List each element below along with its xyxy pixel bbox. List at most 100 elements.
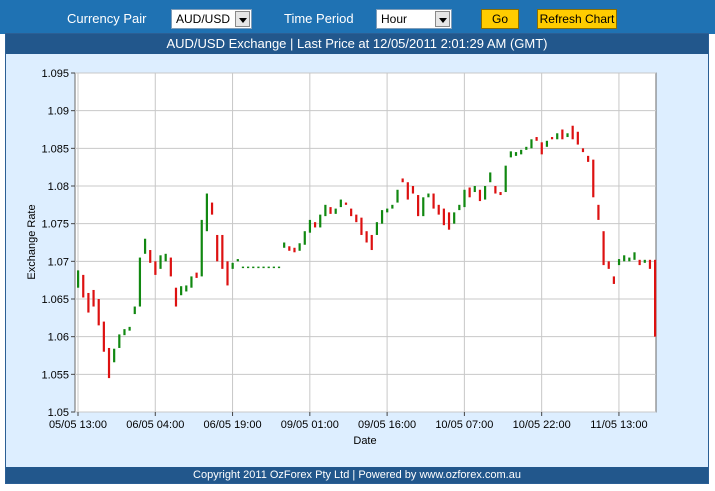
- candle: [159, 255, 162, 269]
- candle: [545, 140, 549, 147]
- candle: [478, 189, 482, 202]
- x-axis: 05/05 13:00 06/05 04:00 06/05 19:00 09/05 0…: [49, 412, 648, 431]
- candle: [247, 266, 250, 269]
- candle: [82, 274, 85, 298]
- candle: [417, 195, 420, 217]
- candle: [463, 189, 466, 208]
- candle: [499, 192, 502, 196]
- candle: [149, 250, 152, 263]
- candle: [288, 246, 291, 251]
- candle: [92, 289, 95, 307]
- candle: [143, 238, 147, 254]
- candle: [236, 259, 239, 262]
- candle: [494, 186, 497, 194]
- candle: [453, 212, 456, 224]
- candle: [123, 329, 126, 336]
- y-tick-label: 1.06: [48, 332, 69, 344]
- candle: [355, 214, 358, 223]
- candle: [566, 133, 569, 138]
- candle: [628, 257, 631, 262]
- x-tick-label: 09/05 16:00: [358, 419, 416, 431]
- x-tick-label: 09/05 01:00: [281, 419, 339, 431]
- candle: [468, 187, 471, 198]
- candle: [633, 252, 636, 260]
- y-tick-label: 1.095: [41, 68, 69, 80]
- y-tick-label: 1.065: [41, 294, 69, 306]
- candle: [77, 270, 80, 288]
- candle: [277, 266, 281, 269]
- refresh-chart-button[interactable]: Refresh Chart: [537, 9, 617, 29]
- candle: [607, 261, 610, 269]
- candle: [396, 189, 399, 203]
- y-tick-label: 1.075: [41, 219, 69, 231]
- candle: [226, 261, 229, 286]
- candle: [205, 193, 208, 232]
- time-period-value: Hour: [381, 12, 408, 26]
- candle: [241, 266, 245, 269]
- y-axis: 1.095 1.09 1.085 1.08 1.075 1.07 1.065 1.06 1.05…: [41, 68, 75, 419]
- candle: [561, 129, 564, 140]
- candle: [447, 212, 451, 230]
- x-tick-label: 10/05 22:00: [513, 419, 571, 431]
- time-period-label: Time Period: [284, 11, 354, 26]
- candle: [87, 292, 90, 313]
- x-tick-label: 11/05 13:00: [590, 419, 647, 431]
- candle: [514, 152, 518, 156]
- currency-pair-select[interactable]: AUD/USD: [171, 9, 252, 29]
- candle: [504, 165, 507, 193]
- candle: [231, 262, 234, 269]
- candle: [324, 204, 327, 217]
- candle: [298, 243, 301, 251]
- y-tick-label: 1.07: [48, 256, 69, 268]
- go-button[interactable]: Go: [481, 9, 519, 29]
- candle: [386, 208, 389, 213]
- chart-footer: Copyright 2011 OzForex Pty Ltd | Powered…: [6, 467, 708, 483]
- candle: [520, 149, 523, 155]
- candle: [303, 231, 306, 245]
- y-tick-label: 1.055: [41, 369, 69, 381]
- candle: [587, 155, 590, 162]
- candle: [133, 306, 136, 315]
- time-period-select[interactable]: Hour: [376, 9, 452, 29]
- candle: [427, 193, 430, 198]
- candle: [210, 202, 214, 215]
- candle: [360, 217, 363, 235]
- candle: [195, 272, 198, 278]
- candle: [262, 266, 265, 269]
- candle: [128, 326, 131, 331]
- candle: [221, 234, 224, 269]
- candle: [581, 148, 585, 153]
- candle: [535, 137, 538, 141]
- currency-pair-label: Currency Pair: [67, 11, 147, 26]
- candle: [97, 299, 100, 326]
- candle: [638, 259, 641, 266]
- candle: [272, 266, 275, 269]
- candle: [458, 204, 461, 211]
- candle: [617, 259, 621, 266]
- chevron-down-icon[interactable]: [235, 11, 250, 27]
- candle: [648, 259, 652, 269]
- candle: [411, 186, 415, 194]
- candle: [107, 347, 111, 379]
- candle: [154, 261, 157, 275]
- candle: [592, 159, 595, 198]
- candle: [432, 193, 435, 209]
- candle: [257, 266, 260, 269]
- candle: [102, 321, 105, 352]
- chevron-down-icon[interactable]: [435, 11, 450, 27]
- candle: [350, 208, 353, 217]
- candle: [190, 276, 193, 288]
- candle: [597, 204, 600, 220]
- candle: [174, 287, 178, 307]
- candle: [334, 208, 337, 214]
- candle: [185, 285, 188, 292]
- toolbar: Currency Pair AUD/USD Time Period Hour G…: [0, 0, 715, 34]
- candle: [623, 255, 626, 262]
- candle: [319, 214, 322, 228]
- candle: [164, 253, 167, 262]
- candle: [643, 259, 646, 263]
- candle: [293, 247, 296, 253]
- candle: [308, 219, 312, 233]
- candle: [180, 286, 183, 296]
- candle: [252, 266, 255, 269]
